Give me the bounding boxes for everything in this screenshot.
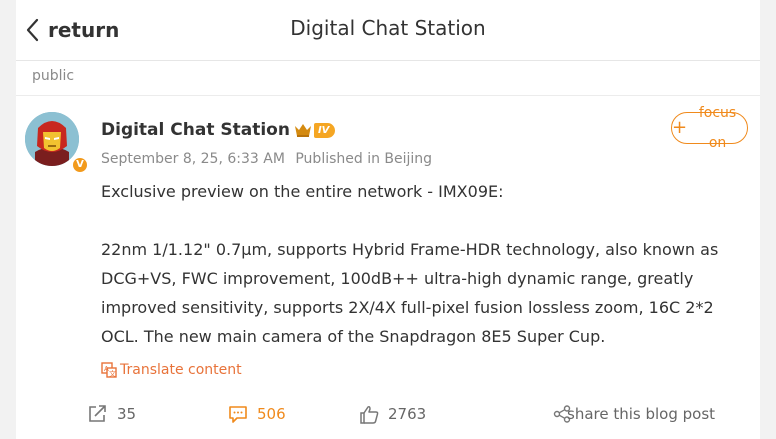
iron-man-avatar-icon [25,112,79,166]
translate-label: Translate content [120,362,242,378]
crown-icon [294,123,311,137]
follow-button[interactable]: + focus on [671,105,748,151]
comment-count: 506 [257,405,286,423]
avatar[interactable] [25,112,79,166]
top-navigation-bar: return Digital Chat Station [16,0,760,61]
translate-link[interactable]: A 文 Translate content [101,360,242,380]
post-location: Published in Beijing [295,151,433,167]
share-button[interactable]: share this blog post [553,398,715,430]
share-label: share this blog post [567,405,716,423]
author-name[interactable]: Digital Chat Station [101,120,290,140]
page-title: Digital Chat Station [290,16,486,40]
author-avatar[interactable]: V [25,112,89,174]
forward-button[interactable]: 35 [88,398,136,430]
like-button[interactable]: 2763 [359,398,426,430]
thumbs-up-icon [360,405,379,424]
author-row: Digital Chat Station IV [101,118,336,142]
translate-icon: A 文 [101,362,117,378]
svg-text:文: 文 [109,369,116,378]
forward-count: 35 [117,405,137,423]
action-bar: 35 506 2763 share this blog post [16,398,760,430]
divider [16,95,760,96]
level-badge: IV [313,122,336,138]
verified-badge-icon: V [71,156,89,174]
post-paragraph: 22nm 1/1.12" 0.7μm, supports Hybrid Fram… [101,240,719,346]
post-paragraph: Exclusive preview on the entire network … [101,182,504,201]
comment-button[interactable]: 506 [228,398,286,430]
like-count: 2763 [388,405,427,423]
plus-icon: + [672,117,688,138]
follow-label: focus on [698,105,737,151]
post-body: Exclusive preview on the entire network … [101,177,751,351]
visibility-label: public [32,68,75,84]
comment-icon [229,406,247,423]
forward-icon [89,405,106,422]
post-date: September 8, 25, 6:33 AM [101,151,285,167]
post-meta: September 8, 25, 6:33 AM Published in Be… [101,151,432,167]
post-card: return Digital Chat Station public V Dig… [16,0,760,439]
